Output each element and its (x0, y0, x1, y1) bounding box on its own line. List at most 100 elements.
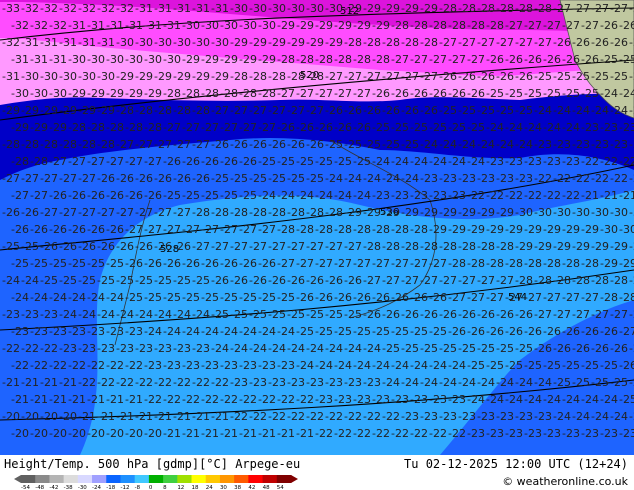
temperature-label: -26 (610, 36, 628, 49)
temperature-label: -28 (334, 223, 352, 236)
temperature-label: -24 (220, 325, 238, 338)
temperature-label: -29 (458, 206, 476, 219)
scale-swatch (134, 475, 150, 483)
temperature-label: -26 (154, 172, 172, 185)
temperature-label: -23 (543, 427, 561, 440)
temperature-label: -31 (78, 36, 96, 49)
temperature-label: -21 (201, 427, 219, 440)
temperature-label: -27 (277, 87, 295, 100)
temperature-label: -23 (11, 325, 29, 338)
temperature-label: -29 (211, 70, 229, 83)
temperature-label: -29 (68, 87, 86, 100)
temperature-label: -22 (173, 376, 191, 389)
scale-tick-label: 12 (177, 485, 184, 489)
temperature-label: -27 (135, 138, 153, 151)
temperature-label: -28 (448, 19, 466, 32)
temperature-label: -28 (401, 36, 419, 49)
temperature-label: -26 (505, 325, 523, 338)
temperature-label: -25 (600, 359, 618, 372)
temperature-label: -24 (334, 359, 352, 372)
temperature-label: -27 (420, 70, 438, 83)
temperature-label: -25 (401, 138, 419, 151)
temperature-label: -30 (182, 19, 200, 32)
temperature-label: -28 (467, 257, 485, 270)
temperature-label: -24 (287, 342, 305, 355)
temperature-label: -29 (334, 19, 352, 32)
temperature-label: -28 (249, 70, 267, 83)
temperature-label: -26 (515, 70, 533, 83)
temperature-label: -26 (372, 291, 390, 304)
scale-swatch (191, 475, 207, 483)
temperature-label: -27 (173, 206, 191, 219)
temperature-label: -28 (230, 70, 248, 83)
scale-swatch (77, 475, 93, 483)
temperature-label: -24 (429, 359, 447, 372)
temperature-label: -25 (315, 155, 333, 168)
temperature-label: -22 (87, 359, 105, 372)
temperature-label: -28 (173, 104, 191, 117)
temperature-label: -25 (401, 342, 419, 355)
temperature-label: -26 (581, 325, 599, 338)
temperature-label: -26 (505, 53, 523, 66)
temperature-label: -28 (30, 155, 48, 168)
temperature-label: -30 (40, 70, 58, 83)
temperature-label: -21 (87, 393, 105, 406)
temperature-label: -25 (78, 274, 96, 287)
temperature-label: -25 (477, 342, 495, 355)
temperature-label: -24 (135, 308, 153, 321)
temperature-label: -27 (230, 104, 248, 117)
temperature-label: -31 (68, 19, 86, 32)
temperature-label: -25 (524, 359, 542, 372)
temperature-label: -27 (591, 2, 609, 15)
temperature-label: -27 (325, 240, 343, 253)
temperature-label: -27 (372, 257, 390, 270)
temperature-label: -23 (135, 342, 153, 355)
temperature-label: -24 (382, 172, 400, 185)
temperature-label: -28 (372, 53, 390, 66)
map-footer: Height/Temp. 500 hPa [gdmp][°C] Arpege-e… (0, 455, 634, 490)
temperature-label: -26 (40, 240, 58, 253)
temperature-label: -25 (496, 342, 514, 355)
temperature-label: -27 (382, 70, 400, 83)
temperature-label: -23 (21, 308, 39, 321)
scale-tick-label: -12 (120, 485, 129, 489)
temperature-label: -27 (220, 223, 238, 236)
temperature-label: -26 (382, 104, 400, 117)
temperature-label: -27 (287, 240, 305, 253)
temperature-label: -27 (116, 206, 134, 219)
temperature-label: -30 (610, 206, 628, 219)
temperature-label: -24 (363, 172, 381, 185)
temperature-label: -27 (401, 274, 419, 287)
temperature-label: -27 (78, 206, 96, 219)
temperature-label: -26 (553, 342, 571, 355)
temperature-label: -30 (230, 2, 248, 15)
temperature-label: -25 (410, 325, 428, 338)
temperature-label: -24 (420, 376, 438, 389)
temperature-label: -26 (116, 240, 134, 253)
temperature-label: -26 (610, 342, 628, 355)
temperature-label: -24 (534, 104, 552, 117)
temperature-label: -26 (239, 155, 257, 168)
temperature-label: -30 (591, 206, 609, 219)
temperature-label: -23 (505, 427, 523, 440)
temperature-label: -24 (315, 189, 333, 202)
temperature-label: -22 (40, 342, 58, 355)
temperature-label: -26 (600, 19, 618, 32)
temperature-label: -23 (505, 155, 523, 168)
temperature-label: -23 (600, 121, 618, 134)
temperature-label: -29 (49, 121, 67, 134)
temperature-label: -26 (619, 19, 634, 32)
temperature-label: -27 (125, 223, 143, 236)
temperature-label: -30 (600, 223, 618, 236)
temperature-label: -30 (154, 36, 172, 49)
temperature-label: -29 (277, 19, 295, 32)
temperature-label: -24 (562, 121, 580, 134)
temperature-label: -23 (306, 376, 324, 389)
temperature-label: -27 (543, 291, 561, 304)
temperature-label: -25 (277, 155, 295, 168)
temperature-label: -24 (600, 87, 618, 100)
scale-swatch (49, 475, 65, 483)
temperature-label: -28 (572, 274, 590, 287)
temperature-label: -28 (439, 240, 457, 253)
temperature-label: -23 (249, 376, 267, 389)
